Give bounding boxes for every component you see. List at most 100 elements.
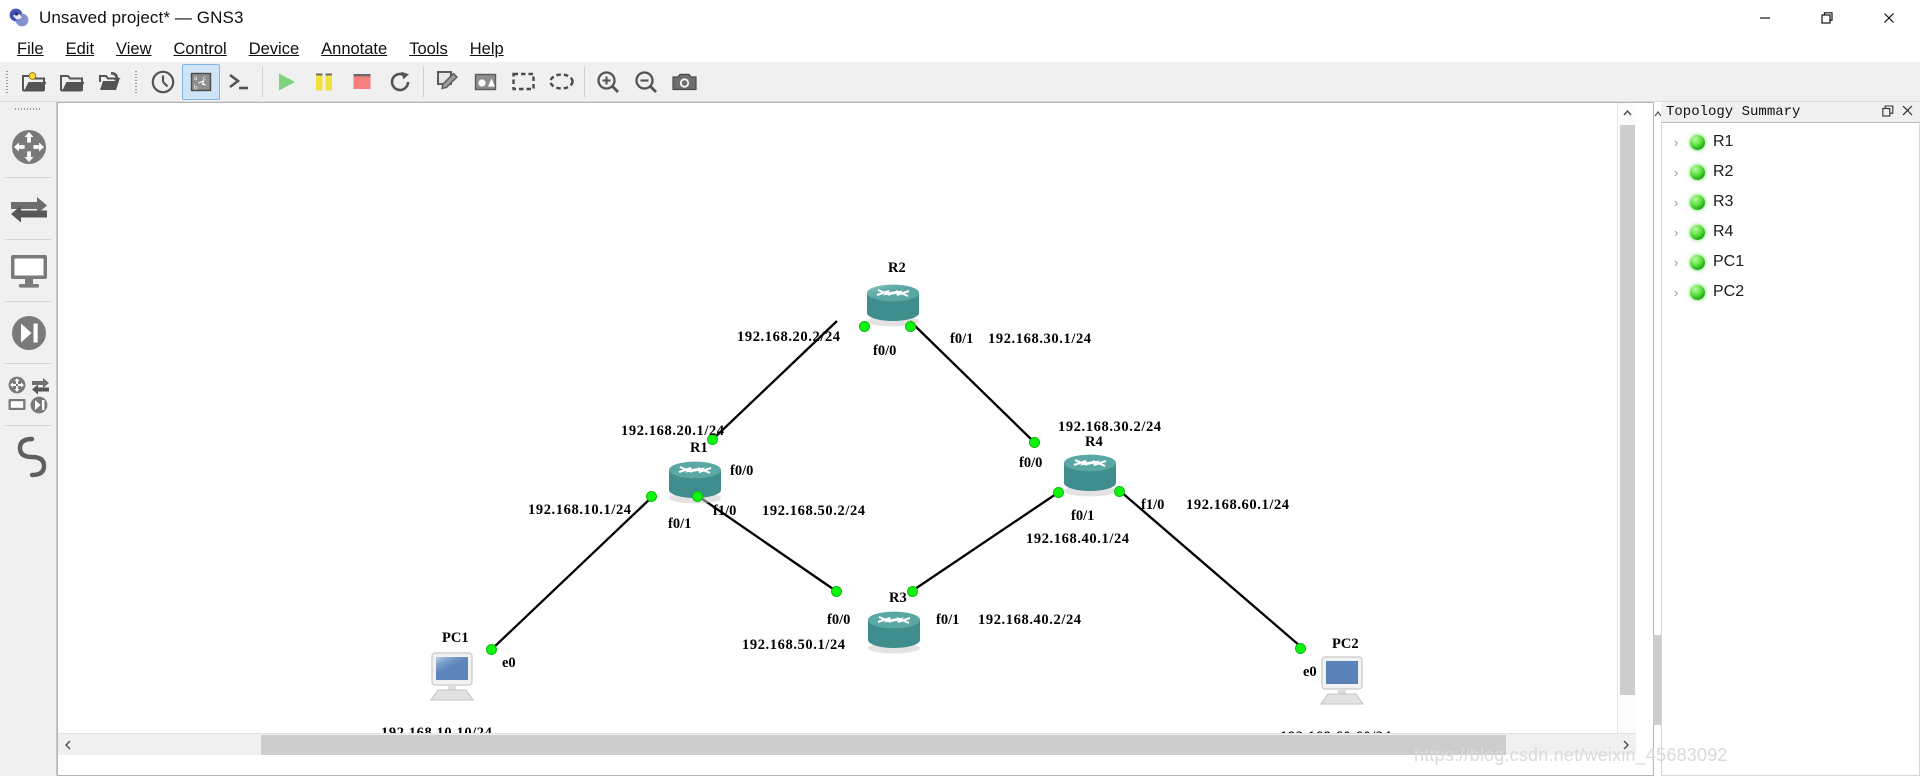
interface-label: e0 [1303, 664, 1317, 680]
node-PC1[interactable] [424, 644, 497, 705]
watermark-text: https://blog.csdn.net/weixin_45683092 [1414, 745, 1728, 765]
port-dot-R3-f0-1[interactable] [907, 586, 918, 597]
port-dot-PC2-e0[interactable] [1295, 643, 1306, 654]
add-link-icon[interactable] [0, 426, 57, 487]
menu-edit[interactable]: Edit [55, 38, 105, 61]
menu-device[interactable]: Device [238, 38, 310, 61]
menu-file[interactable]: File [6, 38, 55, 61]
zoom-out-icon[interactable] [627, 64, 665, 100]
canvas-vertical-scroll-thumb[interactable] [1620, 125, 1635, 695]
interface-label: f0/0 [827, 612, 851, 628]
menu-view[interactable]: View [105, 38, 162, 61]
port-dot-R2-f0-0[interactable] [859, 321, 870, 332]
scroll-left-icon[interactable] [58, 734, 78, 755]
device-toolbar-grip[interactable] [15, 105, 41, 114]
end-devices-icon[interactable] [0, 240, 57, 301]
window-controls [1734, 0, 1920, 36]
chevron-right-icon[interactable]: › [1674, 255, 1690, 270]
menu-control[interactable]: Control [163, 38, 238, 61]
port-dot-R2-f0-1[interactable] [905, 321, 916, 332]
zoom-in-icon[interactable] [589, 64, 627, 100]
tree-item-R1[interactable]: › R1 [1662, 127, 1919, 157]
interface-label: f0/0 [730, 463, 754, 479]
undock-icon[interactable] [1882, 105, 1894, 119]
switches-icon[interactable] [0, 178, 57, 239]
save-project-as-icon[interactable] [91, 64, 129, 100]
suspend-all-devices-icon[interactable] [305, 64, 343, 100]
draw-rectangle-icon[interactable] [504, 64, 542, 100]
port-dot-PC1-e0[interactable] [486, 644, 497, 655]
node-label-R1: R1 [690, 440, 708, 456]
interface-label: f0/1 [668, 516, 692, 532]
ip-label: 192.168.20.1/24 [621, 423, 725, 439]
pc-icon [1314, 655, 1370, 709]
svg-text:b: b [194, 83, 198, 91]
add-note-icon[interactable] [428, 64, 466, 100]
snapshot-icon[interactable] [144, 64, 182, 100]
window-title: Unsaved project* — GNS3 [39, 7, 244, 27]
chevron-right-icon[interactable]: › [1674, 165, 1690, 180]
chevron-right-icon[interactable]: › [1674, 195, 1690, 210]
interface-label: f1/0 [713, 503, 737, 519]
port-dot-R1-f1-0[interactable] [692, 491, 703, 502]
pc-icon [424, 651, 480, 705]
canvas-vertical-scrollbar[interactable] [1617, 103, 1636, 755]
node-R2[interactable] [859, 281, 922, 332]
open-project-icon[interactable] [53, 64, 91, 100]
maximize-button[interactable] [1796, 0, 1858, 36]
canvas-horizontal-scroll-thumb[interactable] [261, 735, 1506, 755]
interface-label: f0/0 [873, 343, 897, 359]
start-all-devices-icon[interactable] [267, 64, 305, 100]
reload-all-devices-icon[interactable] [381, 64, 419, 100]
node-R3[interactable] [831, 586, 923, 654]
menu-tools[interactable]: Tools [398, 38, 459, 61]
screenshot-icon[interactable] [665, 64, 703, 100]
tree-item-R2[interactable]: › R2 [1662, 157, 1919, 187]
menu-annotate[interactable]: Annotate [310, 38, 398, 61]
ip-label: 192.168.30.2/24 [1058, 419, 1162, 435]
port-dot-R4-f0-0[interactable] [1029, 437, 1040, 448]
port-dot-R1-f0-1[interactable] [646, 491, 657, 502]
port-dot-R4-f0-1[interactable] [1053, 487, 1064, 498]
stop-all-devices-icon[interactable] [343, 64, 381, 100]
chevron-right-icon[interactable]: › [1674, 225, 1690, 240]
routers-icon[interactable] [0, 116, 57, 177]
topology-summary-header: Topology Summary [1661, 102, 1920, 123]
node-PC2[interactable] [1295, 643, 1370, 709]
main-toolbar: a c b [0, 62, 1920, 102]
minimize-button[interactable] [1734, 0, 1796, 36]
console-to-all-devices-icon[interactable] [220, 64, 258, 100]
ip-label: 192.168.40.1/24 [1026, 531, 1130, 547]
insert-image-icon[interactable] [466, 64, 504, 100]
topology-summary-tree[interactable]: › R1 › R2 › R3 › R4 › PC1 › PC2 [1661, 124, 1920, 776]
toolbar-grip-1[interactable] [3, 68, 12, 95]
node-R4[interactable] [1029, 437, 1125, 498]
toolbar-grip-2[interactable] [132, 68, 141, 95]
tree-item-R4[interactable]: › R4 [1662, 217, 1919, 247]
node-R1[interactable] [646, 434, 724, 504]
tree-item-PC2[interactable]: › PC2 [1662, 277, 1919, 307]
toolbar-separator-2 [423, 66, 424, 97]
topology-canvas[interactable]: R2 R1 R4 R3 PC1 PC2 192.168.20.2/24 192.… [58, 103, 1636, 755]
close-button[interactable] [1858, 0, 1920, 36]
menu-help[interactable]: Help [459, 38, 515, 61]
scroll-up-icon[interactable] [1618, 103, 1636, 122]
status-led [1690, 194, 1705, 210]
show-hide-interface-labels-icon[interactable]: a c b [182, 63, 220, 100]
all-devices-icon[interactable] [0, 364, 57, 425]
menu-annotate-label: Annotate [321, 39, 388, 58]
router-icon [1061, 451, 1119, 497]
port-dot-R3-f0-0[interactable] [831, 586, 842, 597]
menu-bar: File Edit View Control Device Annotate T… [0, 36, 1920, 62]
close-icon[interactable] [1902, 105, 1913, 119]
security-devices-icon[interactable] [0, 302, 57, 363]
draw-ellipse-icon[interactable] [542, 64, 580, 100]
menu-view-label: View [116, 39, 152, 58]
tree-item-PC1[interactable]: › PC1 [1662, 247, 1919, 277]
chevron-right-icon[interactable]: › [1674, 135, 1690, 150]
new-project-icon[interactable] [15, 64, 53, 100]
chevron-right-icon[interactable]: › [1674, 285, 1690, 300]
canvas-horizontal-scrollbar[interactable] [58, 733, 1636, 755]
tree-item-R3[interactable]: › R3 [1662, 187, 1919, 217]
port-dot-R4-f1-0[interactable] [1114, 486, 1125, 497]
